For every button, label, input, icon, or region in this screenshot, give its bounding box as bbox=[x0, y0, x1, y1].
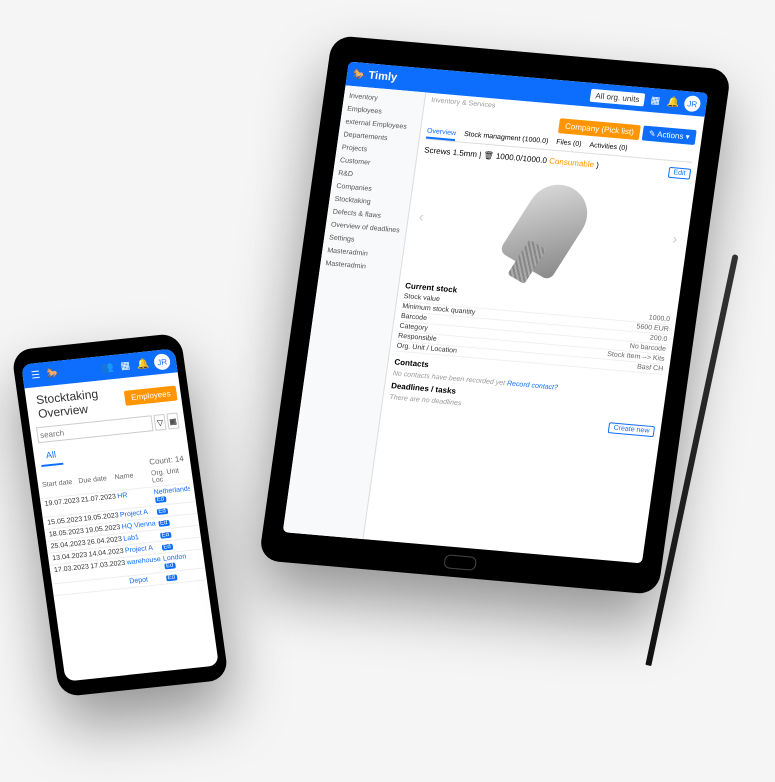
avatar[interactable]: JR bbox=[683, 95, 701, 112]
employees-button[interactable]: Employees bbox=[124, 385, 177, 405]
bell-icon[interactable]: 🔔 bbox=[665, 95, 681, 110]
actions-button[interactable]: ✎ Actions ▾ bbox=[642, 126, 697, 145]
filter-icon[interactable]: ▽ bbox=[153, 414, 166, 431]
company-button[interactable]: Company (Pick list) bbox=[558, 118, 641, 140]
logo: Timly bbox=[352, 68, 398, 84]
screw-image bbox=[498, 174, 598, 281]
logo bbox=[46, 367, 60, 379]
tab[interactable]: Stock managment (1000.0) bbox=[463, 129, 549, 149]
qr-icon[interactable]: ▦ bbox=[647, 93, 663, 108]
tab[interactable]: Files (0) bbox=[555, 137, 582, 152]
phone-device: ☰ 👥 ▦ 🔔 JR Stocktaking Overview Employee… bbox=[11, 333, 229, 697]
phone-screen: ☰ 👥 ▦ 🔔 JR Stocktaking Overview Employee… bbox=[21, 349, 219, 682]
next-icon[interactable]: › bbox=[672, 230, 679, 246]
tab[interactable]: Activities (0) bbox=[588, 140, 628, 156]
bell-icon[interactable]: 🔔 bbox=[135, 356, 151, 371]
avatar[interactable]: JR bbox=[153, 353, 171, 371]
qr-icon[interactable]: ▦ bbox=[117, 358, 133, 373]
tablet-device: Timly All org. units ▦ 🔔 JR InventoryEmp… bbox=[259, 35, 732, 595]
tab[interactable]: Overview bbox=[426, 126, 457, 141]
home-button[interactable] bbox=[443, 554, 477, 571]
tablet-screen: Timly All org. units ▦ 🔔 JR InventoryEmp… bbox=[283, 62, 708, 564]
prev-icon[interactable]: ‹ bbox=[418, 208, 425, 224]
grid-icon[interactable]: ▦ bbox=[166, 413, 179, 430]
menu-icon[interactable]: ☰ bbox=[28, 367, 44, 382]
tab-all[interactable]: All bbox=[39, 445, 64, 467]
record-contact-link[interactable]: Record contact? bbox=[506, 380, 558, 391]
org-selector[interactable]: All org. units bbox=[590, 88, 646, 106]
item-image: ‹ › bbox=[407, 156, 690, 298]
people-icon[interactable]: 👥 bbox=[99, 360, 115, 375]
